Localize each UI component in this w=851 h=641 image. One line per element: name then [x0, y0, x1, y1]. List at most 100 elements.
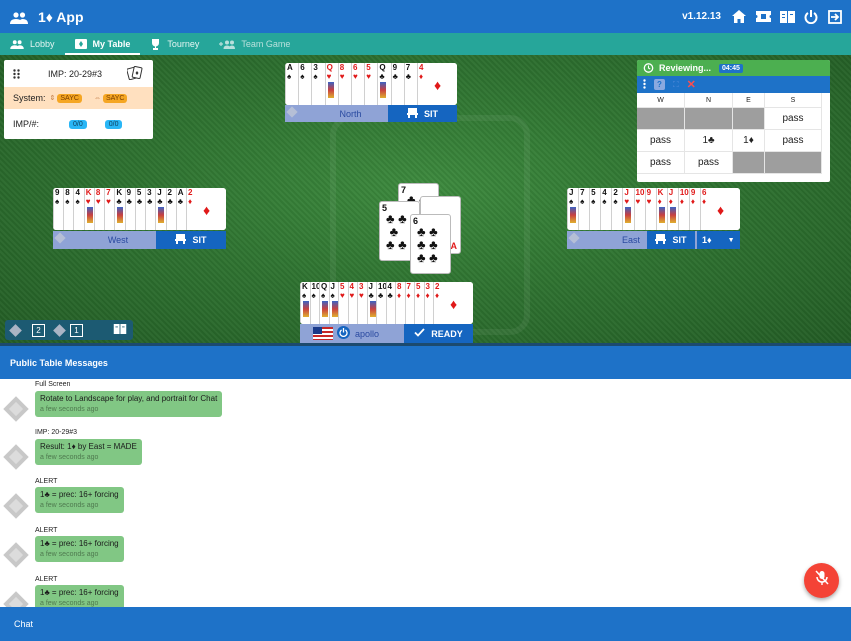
- sit-label: SIT: [672, 235, 687, 245]
- playing-card[interactable]: 2 ♦ ♦: [186, 188, 226, 230]
- card-rank: 2: [435, 282, 440, 291]
- drag-handle-icon[interactable]: [13, 69, 20, 81]
- card-rank: 9: [690, 188, 696, 197]
- card-suit: ♥: [326, 72, 332, 81]
- board-imp-label: IMP: 20-29#3: [48, 68, 103, 79]
- face-card-art: [658, 207, 665, 223]
- tab-tourney[interactable]: Tourney: [140, 33, 209, 55]
- card-suit: ♠: [602, 197, 607, 206]
- north-sit-button[interactable]: SIT: [388, 105, 457, 122]
- east-bid-dropdown[interactable]: 1♦ ▼: [697, 231, 740, 249]
- home-icon[interactable]: [731, 9, 747, 25]
- tab-bar: Lobby My Table Tourney Team Game: [0, 33, 851, 55]
- bidding-grid: W N E S pass pass 1♣ 1♦ pass pass pass: [637, 93, 830, 174]
- card-suit: ♦: [679, 197, 684, 206]
- card-suit: ♠: [65, 197, 70, 206]
- playing-card[interactable]: 2 ♦ ♦: [433, 282, 473, 324]
- tab-my-table[interactable]: My Table: [64, 33, 141, 55]
- power-icon[interactable]: [337, 326, 350, 339]
- card-suit: ♦: [657, 197, 662, 206]
- ew-arrow-icon: ⇔: [93, 94, 101, 102]
- system-label: System:: [13, 93, 46, 103]
- card-suit: ♥: [349, 291, 355, 300]
- ticket-icon[interactable]: [755, 9, 771, 25]
- count-badge-a[interactable]: 2: [32, 323, 45, 337]
- avatar: [3, 493, 29, 519]
- card-suit: ♥: [339, 72, 345, 81]
- message-bubble: 1♣ = prec: 16+ forcing a few seconds ago: [35, 585, 124, 607]
- card-suit: ♠: [302, 291, 307, 300]
- avatar: [3, 542, 29, 568]
- bidding-panel: Reviewing... 04:45 ? ⛶ ✕ W N E S pass pa…: [637, 60, 830, 182]
- card-suit: ♣: [378, 291, 384, 300]
- bid-cell: [637, 108, 685, 130]
- fullscreen-icon[interactable]: ⛶: [673, 80, 679, 90]
- card-suit: ♠: [321, 291, 326, 300]
- playing-card[interactable]: 4 ♦ ♦: [417, 63, 457, 105]
- bidding-status-bar: Reviewing... 04:45: [637, 60, 830, 76]
- card-suit: ♦: [416, 291, 421, 300]
- ns-arrow-icon: ⇕: [49, 95, 56, 102]
- bid-cell: [685, 108, 733, 130]
- card-rank: J: [330, 282, 335, 291]
- book-icon[interactable]: [113, 324, 127, 336]
- card-rank: 10: [679, 188, 689, 197]
- card-rank: Q: [326, 63, 333, 72]
- card-rank: 7: [405, 63, 411, 72]
- card-rank: Q: [379, 63, 386, 72]
- tab-team-game[interactable]: Team Game: [209, 33, 300, 55]
- message-bubble: Rotate to Landscape for play, and portra…: [35, 391, 223, 417]
- bid-cell: pass: [637, 152, 685, 174]
- south-hand: K ♠ 10 ♠ Q ♠ J ♠ 5 ♥ 4 ♥ 3 ♥ J ♣ 10 ♣ 4 ♣ 8 ♦ 7 ♦ 5 ♦ 3 ♦ 2 ♦ ♦: [300, 282, 473, 324]
- system-ns-badge[interactable]: SAYC: [57, 93, 82, 103]
- card-rank: Q: [321, 282, 328, 291]
- message-sender: ALERT: [35, 527, 58, 534]
- north-hand: A ♠ 6 ♠ 3 ♠ Q ♥ 8 ♥ 6 ♥ 5 ♥ Q ♣ 9 ♣ 7 ♣ 4 ♦ ♦: [285, 63, 457, 105]
- card-rank: 5: [340, 282, 345, 291]
- book-icon[interactable]: [779, 9, 795, 25]
- tab-label: Tourney: [167, 39, 200, 49]
- card-rank: J: [368, 282, 373, 291]
- card-rank: 5: [416, 282, 421, 291]
- exit-icon[interactable]: [827, 9, 843, 25]
- message-time: a few seconds ago: [40, 551, 99, 558]
- cards-icon[interactable]: [126, 65, 143, 82]
- ready-button[interactable]: READY: [404, 324, 473, 343]
- playing-card[interactable]: 6 ♦ ♦: [700, 188, 740, 230]
- avatar: [3, 444, 29, 470]
- messages-header: Public Table Messages: [0, 346, 851, 379]
- system-ew-badge[interactable]: SAYC: [102, 93, 128, 103]
- check-icon: [414, 328, 425, 339]
- card-rank: 3: [313, 63, 318, 72]
- card-rank: 5: [591, 188, 596, 197]
- avatar: [3, 591, 29, 607]
- card-pip: ♦: [717, 202, 725, 218]
- power-icon[interactable]: [803, 9, 819, 25]
- face-card-art: [331, 301, 338, 317]
- more-vert-icon[interactable]: [643, 78, 646, 91]
- card-rank: 3: [147, 188, 152, 197]
- face-card-art: [669, 207, 676, 223]
- chat-label: Chat: [14, 619, 34, 629]
- card-rank: 9: [55, 188, 60, 197]
- message-sender: IMP: 20-29#3: [35, 429, 78, 436]
- help-icon[interactable]: ?: [654, 79, 665, 90]
- card-rank: K: [302, 282, 308, 291]
- card-rank: 10: [635, 188, 645, 197]
- close-icon[interactable]: ✕: [687, 78, 696, 91]
- east-sit-button[interactable]: SIT: [647, 231, 695, 249]
- face-card-art: [380, 82, 387, 98]
- tab-lobby[interactable]: Lobby: [0, 33, 65, 55]
- message-time: a few seconds ago: [40, 454, 99, 461]
- chat-bar[interactable]: Chat: [0, 607, 851, 641]
- imp-label: IMP/#:: [13, 119, 40, 129]
- mute-mic-button[interactable]: [804, 563, 839, 598]
- tab-label: My Table: [92, 39, 131, 49]
- card-suit: ♠: [313, 72, 318, 81]
- count-badge-b[interactable]: 1: [70, 323, 83, 337]
- version-label: v1.12.13: [682, 11, 721, 22]
- card-pip: ♦: [434, 77, 442, 93]
- message-list[interactable]: Full Screen Rotate to Landscape for play…: [0, 379, 851, 607]
- bid-header-s: S: [765, 93, 822, 108]
- west-sit-button[interactable]: SIT: [156, 231, 226, 249]
